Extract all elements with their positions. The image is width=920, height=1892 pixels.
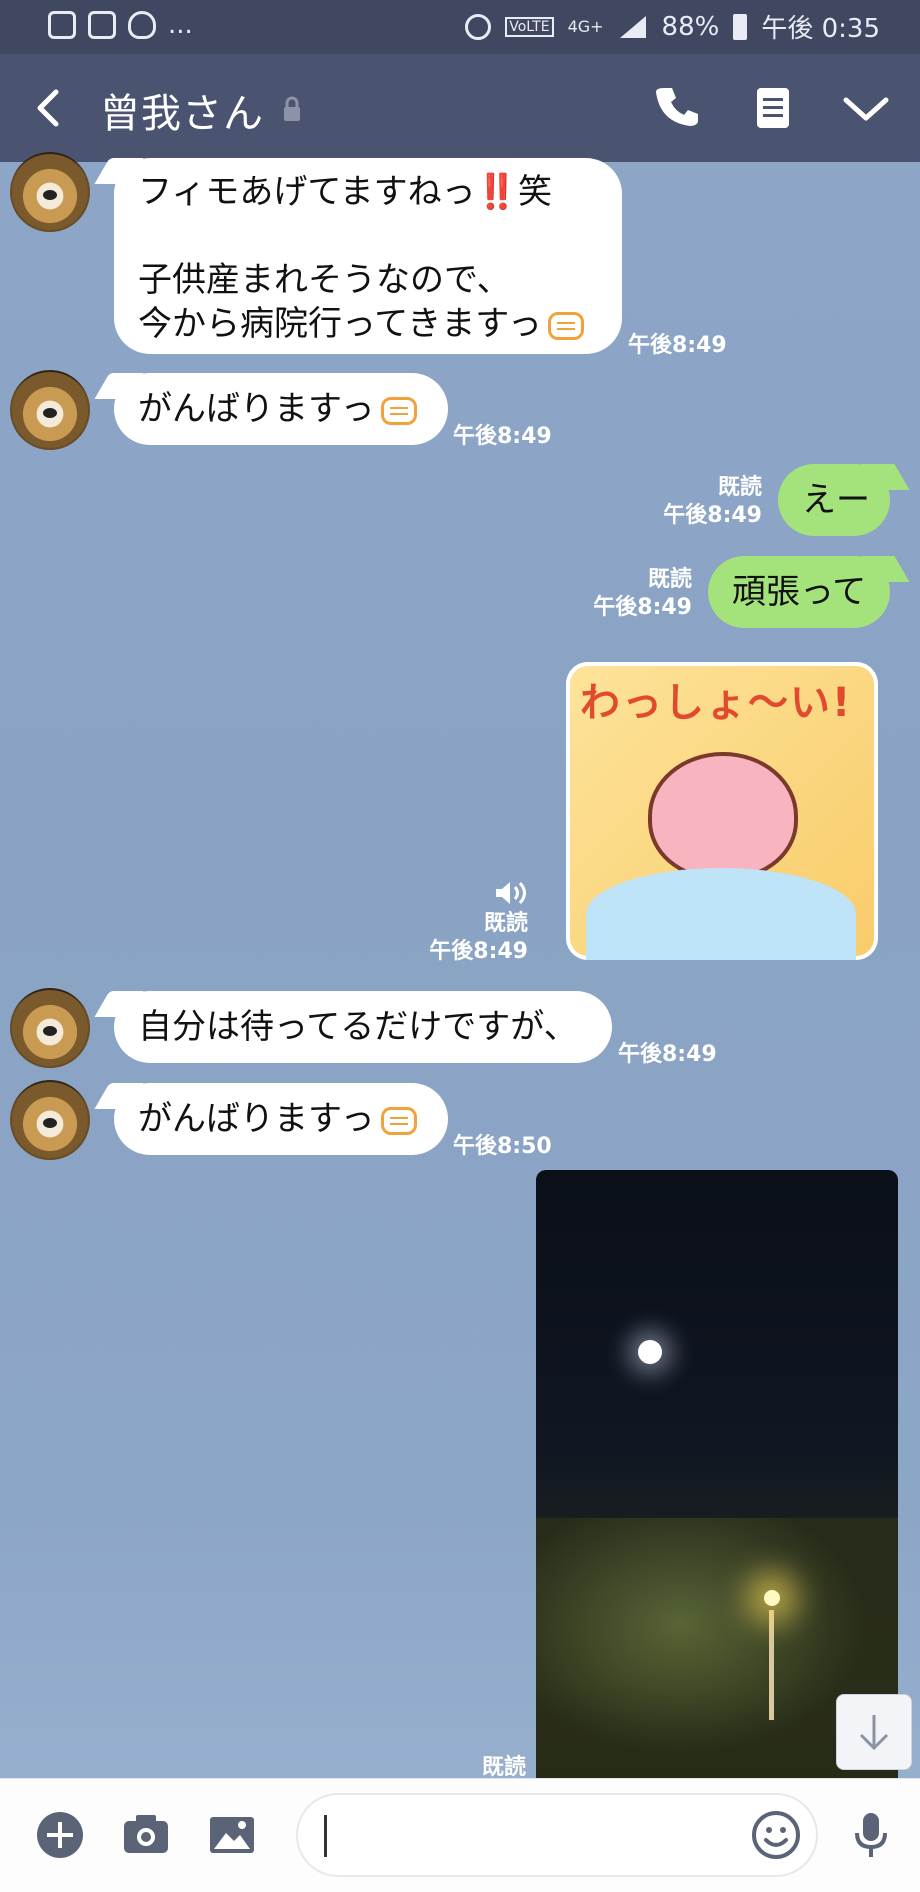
network-type: 4G+ [567, 17, 604, 36]
message-bubble[interactable]: 自分は待ってるだけですが、 [114, 991, 612, 1063]
volte-indicator: VoLTE [505, 16, 554, 37]
message-time: 午後8:49 [663, 503, 762, 528]
read-receipt: 既読 [647, 567, 692, 592]
status-bar: ... VoLTE 4G+ 88% 午後 0:35 [0, 0, 920, 54]
arrow-down-icon [859, 1715, 889, 1751]
message-text: がんばりますっ [138, 1099, 375, 1139]
maps-icon [88, 11, 116, 39]
message-time: 午後8:49 [618, 1042, 717, 1067]
message-time: 午後8:49 [429, 939, 528, 964]
shield-icon [128, 11, 156, 39]
battery-percent: 88% [661, 11, 720, 42]
chat-title: 曾我さん [100, 91, 264, 137]
image-gallery-icon[interactable] [206, 1809, 258, 1861]
scroll-to-bottom-button[interactable] [836, 1694, 912, 1770]
contact-avatar[interactable] [10, 152, 90, 232]
message-text: 頑張って [732, 572, 867, 612]
message-text: 自分は待ってるだけですが、 [138, 1007, 578, 1047]
message-input[interactable] [296, 1793, 818, 1877]
message-bubble[interactable]: 頑張って [708, 556, 890, 628]
street-lamp [764, 1590, 780, 1606]
contact-avatar[interactable] [10, 370, 90, 450]
message-text: がんばりますっ [138, 389, 375, 429]
alarm-icon [465, 13, 492, 40]
message-text: フィモあげてますねっ‼️笑 子供産まれそうなので、 今から病院行ってきますっ [138, 172, 552, 344]
sound-icon[interactable] [494, 880, 528, 906]
message-text: えー [802, 480, 870, 520]
plus-icon[interactable] [34, 1809, 86, 1861]
chat-header: 曾我さん [0, 54, 920, 162]
battery-icon [733, 13, 748, 40]
message-time: 午後8:50 [453, 1134, 552, 1159]
notes-icon[interactable] [745, 80, 801, 136]
fist-emoji-icon [547, 311, 584, 340]
back-arrow-icon[interactable] [24, 80, 80, 136]
lamp-post [769, 1610, 774, 1720]
text-caret [324, 1815, 327, 1857]
message-time: 午後8:49 [453, 424, 552, 449]
fist-emoji-icon [380, 396, 417, 425]
message-bubble[interactable]: がんばりますっ [114, 373, 448, 445]
fist-emoji-icon [380, 1106, 417, 1135]
lock-icon [284, 96, 300, 121]
clock: 午後 0:35 [761, 14, 880, 44]
signal-icon [619, 15, 646, 38]
water-splash-icon [586, 868, 856, 960]
emoji-icon[interactable] [750, 1809, 802, 1861]
message-input-bar [0, 1778, 920, 1892]
photo-message[interactable] [536, 1170, 898, 1778]
chevron-down-icon[interactable] [838, 80, 894, 136]
read-receipt: 既読 [483, 911, 528, 936]
contact-avatar[interactable] [10, 1080, 90, 1160]
message-time: 午後8:49 [628, 333, 727, 358]
camera-icon[interactable] [120, 1809, 172, 1861]
microphone-icon[interactable] [845, 1809, 897, 1861]
pig-character-icon [648, 752, 798, 880]
moon [638, 1340, 662, 1364]
sticker-image[interactable]: わっしょ〜い! [566, 662, 878, 960]
message-bubble[interactable]: えー [778, 464, 890, 536]
sticker-caption: わっしょ〜い! [580, 680, 853, 726]
message-bubble[interactable]: がんばりますっ [114, 1083, 448, 1155]
message-bubble[interactable]: フィモあげてますねっ‼️笑 子供産まれそうなので、 今から病院行ってきますっ [114, 158, 622, 354]
more-notifications: ... [168, 10, 193, 40]
phone-call-icon[interactable] [650, 80, 706, 136]
message-time: 午後8:49 [593, 595, 692, 620]
cloud-icon [48, 11, 76, 39]
read-receipt: 既読 [717, 475, 762, 500]
contact-avatar[interactable] [10, 988, 90, 1068]
